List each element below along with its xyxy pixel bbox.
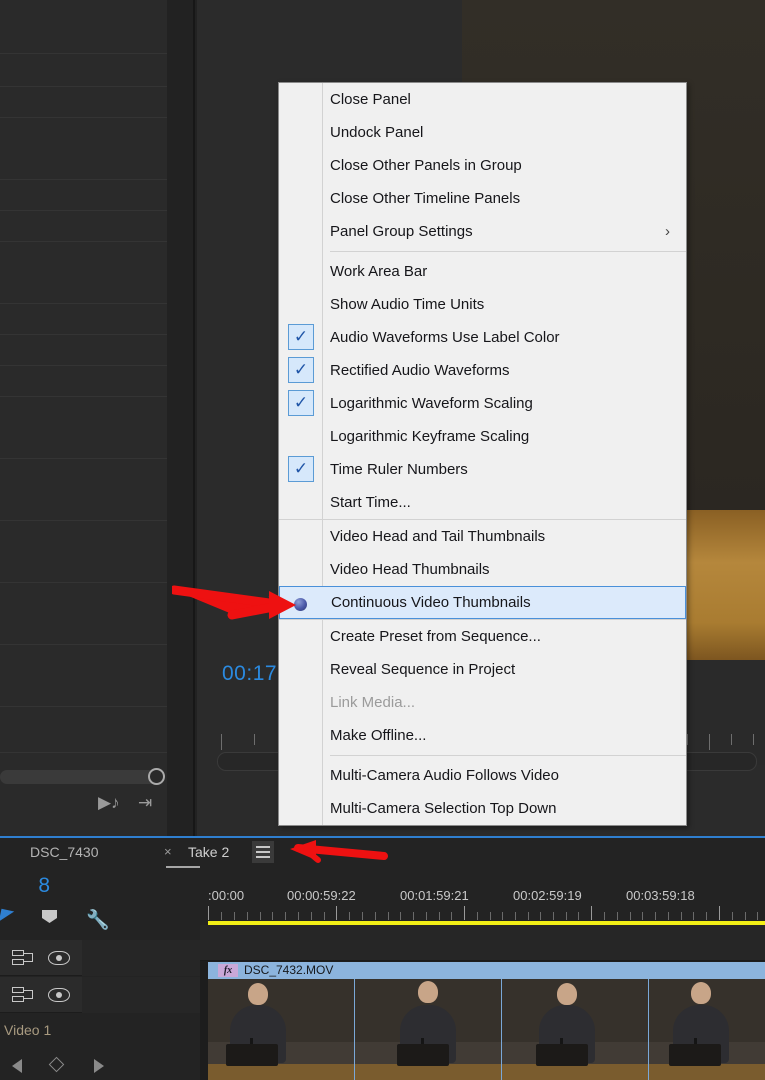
tab-dsc-7430[interactable]: DSC_7430 — [30, 838, 99, 866]
menu-item-work-area-bar[interactable]: Work Area Bar — [279, 255, 686, 288]
clip-thumbnails — [208, 979, 765, 1080]
prev-keyframe-icon[interactable] — [12, 1059, 22, 1073]
menu-item-make-offline[interactable]: Make Offline... — [279, 719, 686, 752]
selection-tool-icon[interactable] — [0, 908, 15, 925]
menu-item-multi-camera-audio-follows-video[interactable]: Multi-Camera Audio Follows Video — [279, 759, 686, 792]
marker-icon[interactable] — [42, 910, 57, 923]
menu-separator — [330, 755, 686, 756]
hamburger-menu-icon[interactable] — [252, 841, 274, 863]
menu-item-audio-waveforms-use-label-color[interactable]: ✓ Audio Waveforms Use Label Color — [279, 321, 686, 354]
menu-item-logarithmic-keyframe-scaling[interactable]: Logarithmic Keyframe Scaling — [279, 420, 686, 453]
checkmark-icon: ✓ — [288, 456, 314, 482]
menu-item-close-other-panels-in-group[interactable]: Close Other Panels in Group — [279, 149, 686, 182]
eye-visibility-icon[interactable] — [48, 988, 70, 1002]
timeline-track-area[interactable]: fx DSC_7432.MOV — [200, 925, 765, 1080]
menu-separator — [330, 251, 686, 252]
menu-item-reveal-sequence-in-project[interactable]: Reveal Sequence in Project — [279, 653, 686, 686]
menu-item-undock-panel[interactable]: Undock Panel — [279, 116, 686, 149]
clip-title: DSC_7432.MOV — [244, 963, 334, 977]
menu-item-label: Logarithmic Waveform Scaling — [330, 395, 533, 412]
export-frame-icon[interactable]: ▶♪ — [98, 793, 120, 813]
keyframe-navigation[interactable] — [0, 1052, 200, 1080]
monitor-zoom-slider[interactable] — [0, 770, 163, 784]
track-name-label: Video 1 — [4, 1022, 52, 1038]
radio-selected-icon — [294, 598, 307, 611]
menu-item-close-panel[interactable]: Close Panel — [279, 83, 686, 116]
settings-wrench-icon[interactable]: 🔧 — [86, 908, 110, 932]
ruler-label: 00:02:59:19 — [513, 888, 582, 903]
ruler-label: 00:00:59:22 — [287, 888, 356, 903]
track-header-video-1[interactable] — [0, 977, 200, 1013]
clip-thumbnail-frame — [208, 979, 355, 1080]
menu-item-time-ruler-numbers[interactable]: ✓ Time Ruler Numbers — [279, 453, 686, 486]
menu-item-link-media: Link Media... — [330, 694, 416, 711]
checkmark-icon: ✓ — [288, 390, 314, 416]
track-header-video-2[interactable] — [0, 940, 200, 976]
menu-item-label: Panel Group Settings — [330, 223, 473, 240]
timeline-toolbar[interactable]: 🔧 — [0, 904, 200, 938]
menu-item-close-other-timeline-panels[interactable]: Close Other Timeline Panels — [279, 182, 686, 215]
clip-thumbnail-frame — [649, 979, 765, 1080]
checkmark-icon: ✓ — [288, 357, 314, 383]
ruler-label: 00:03:59:18 — [626, 888, 695, 903]
timeline-panel[interactable]: DSC_7430 × Take 2 8 🔧 :00:00 00:00:59:22… — [0, 836, 765, 1080]
zoom-slider-handle[interactable] — [148, 768, 165, 785]
timeline-clip[interactable]: fx DSC_7432.MOV — [208, 962, 765, 1080]
next-keyframe-icon[interactable] — [94, 1059, 104, 1073]
menu-item-start-time[interactable]: Start Time... — [279, 486, 686, 519]
menu-item-logarithmic-waveform-scaling[interactable]: ✓ Logarithmic Waveform Scaling — [279, 387, 686, 420]
menu-item-create-preset-from-sequence[interactable]: Create Preset from Sequence... — [279, 620, 686, 653]
timeline-panel-context-menu[interactable]: Close Panel Undock Panel Close Other Pan… — [278, 82, 687, 826]
clip-header[interactable]: fx DSC_7432.MOV — [208, 962, 765, 979]
menu-item-label: Rectified Audio Waveforms — [330, 362, 510, 379]
eye-visibility-icon[interactable] — [48, 951, 70, 965]
track-target-icon[interactable] — [12, 987, 34, 1003]
menu-item-continuous-video-thumbnails[interactable]: Continuous Video Thumbnails — [279, 586, 686, 619]
menu-item-multi-camera-selection-top-down[interactable]: Multi-Camera Selection Top Down — [279, 792, 686, 825]
menu-item-panel-group-settings[interactable]: Panel Group Settings › — [279, 215, 686, 248]
screenshot-root: 00:17 ▶♪ ⇥ DSC_7430 × Take 2 8 🔧 :00:00 … — [0, 0, 765, 1080]
menu-item-video-head-and-tail-thumbnails[interactable]: Video Head and Tail Thumbnails — [279, 520, 686, 553]
left-project-panel[interactable] — [0, 0, 167, 836]
track-target-icon[interactable] — [12, 950, 34, 966]
panel-divider — [167, 0, 197, 836]
menu-item-label: Time Ruler Numbers — [330, 461, 468, 478]
checkmark-icon: ✓ — [288, 324, 314, 350]
clip-thumbnail-frame — [355, 979, 502, 1080]
export-button-icon[interactable]: ⇥ — [138, 793, 152, 813]
menu-item-label: Audio Waveforms Use Label Color — [330, 329, 560, 346]
add-keyframe-icon[interactable] — [48, 1056, 65, 1073]
menu-item-rectified-audio-waveforms[interactable]: ✓ Rectified Audio Waveforms — [279, 354, 686, 387]
chevron-right-icon: › — [665, 223, 670, 240]
monitor-timecode[interactable]: 00:17 — [222, 662, 277, 686]
timeline-tab-strip[interactable]: DSC_7430 × Take 2 — [0, 838, 765, 868]
timeline-time-ruler[interactable]: :00:00 00:00:59:22 00:01:59:21 00:02:59:… — [200, 866, 765, 924]
menu-item-show-audio-time-units[interactable]: Show Audio Time Units — [279, 288, 686, 321]
ruler-label: :00:00 — [208, 888, 245, 903]
ruler-label: 00:01:59:21 — [400, 888, 469, 903]
menu-item-label: Continuous Video Thumbnails — [331, 594, 531, 611]
clip-thumbnail-frame — [502, 979, 649, 1080]
tab-take-2[interactable]: Take 2 — [188, 838, 229, 866]
menu-item-video-head-thumbnails[interactable]: Video Head Thumbnails — [279, 553, 686, 586]
empty-video-track-row[interactable] — [200, 925, 765, 961]
timeline-playhead-timecode[interactable]: 8 — [0, 874, 50, 898]
fx-badge-icon: fx — [218, 964, 238, 977]
close-tab-icon[interactable]: × — [164, 838, 172, 866]
